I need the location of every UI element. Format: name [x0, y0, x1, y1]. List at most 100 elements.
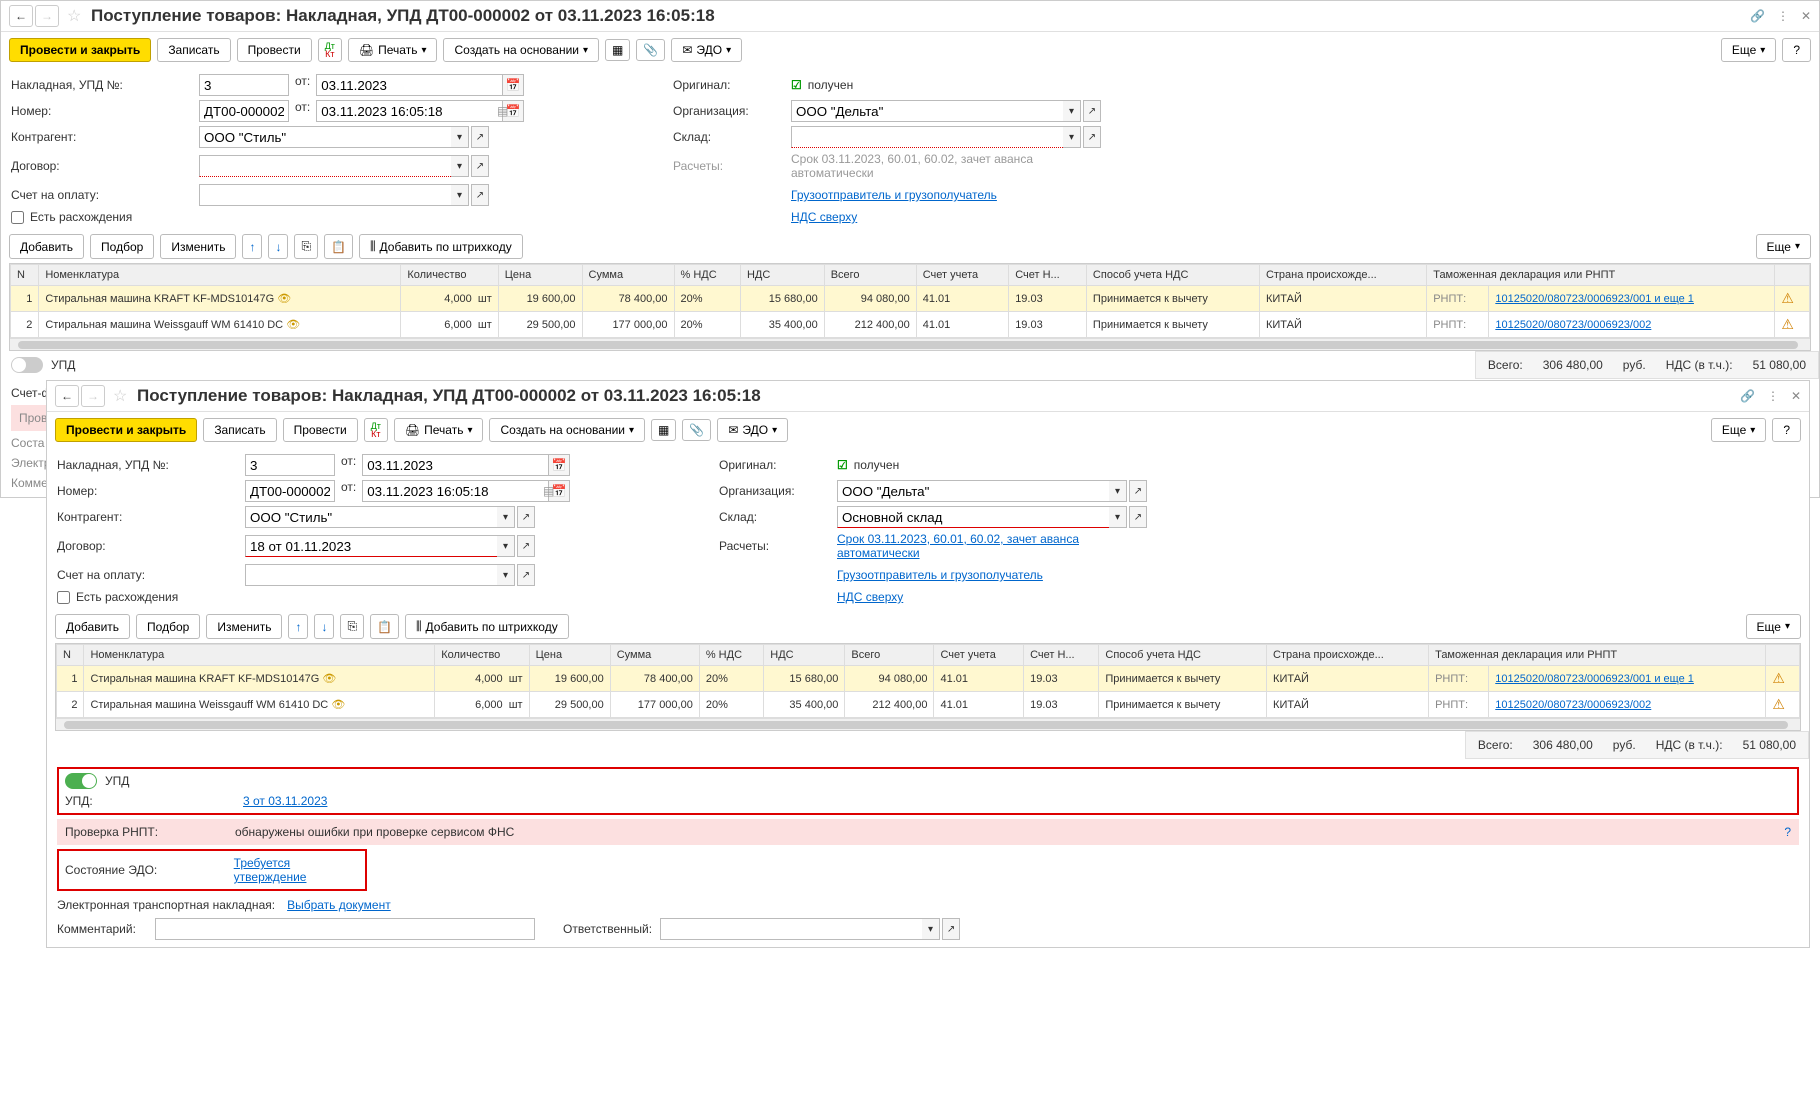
dt-kt-button[interactable]: ДтКт — [318, 38, 342, 62]
horizontal-scroll[interactable] — [56, 718, 1800, 730]
discrepancy-checkbox[interactable] — [57, 591, 70, 604]
warehouse-input[interactable] — [837, 506, 1109, 528]
add-button[interactable]: Добавить — [55, 614, 130, 639]
table-row[interactable]: 2Стиральная машина Weissgauff WM 61410 D… — [11, 312, 1810, 338]
copy-button[interactable]: ⎘ — [294, 234, 318, 259]
invoice-date-input[interactable] — [362, 454, 548, 476]
post-close-button[interactable]: Провести и закрыть — [9, 38, 151, 62]
post-button[interactable]: Провести — [283, 418, 358, 442]
pick-button[interactable]: Подбор — [90, 234, 154, 259]
open-icon[interactable]: ↗ — [471, 155, 489, 177]
payment-input[interactable] — [199, 184, 451, 206]
contract-input[interactable] — [245, 535, 497, 557]
number-input[interactable] — [245, 480, 335, 502]
edo-button[interactable]: ✉ ЭДО — [671, 38, 742, 62]
lock-icon[interactable]: ▤ — [543, 484, 554, 498]
open-icon[interactable]: ↗ — [471, 184, 489, 206]
post-button[interactable]: Провести — [237, 38, 312, 62]
edo-button[interactable]: ✉ ЭДО — [717, 418, 788, 442]
copy-button[interactable]: ⎘ — [340, 614, 364, 639]
responsible-input[interactable] — [660, 918, 922, 940]
upd-toggle[interactable] — [11, 357, 43, 373]
payment-input[interactable] — [245, 564, 497, 586]
help-button[interactable]: ? — [1772, 418, 1801, 442]
move-up-button[interactable]: ↑ — [242, 234, 262, 259]
dropdown-icon[interactable]: ▾ — [1063, 100, 1081, 122]
discrepancy-checkbox[interactable] — [11, 211, 24, 224]
print-button[interactable]: 🖨 Печать — [394, 418, 484, 442]
nav-back-button[interactable]: ← — [55, 385, 79, 407]
number-date-input[interactable] — [362, 480, 548, 502]
move-down-button[interactable]: ↓ — [314, 614, 334, 639]
org-input[interactable] — [791, 100, 1063, 122]
edit-button[interactable]: Изменить — [206, 614, 282, 639]
open-icon[interactable]: ↗ — [471, 126, 489, 148]
contract-input[interactable] — [199, 155, 451, 177]
lock-icon[interactable]: ▤ — [497, 104, 508, 118]
nav-forward-button[interactable]: → — [35, 5, 59, 27]
menu-icon[interactable]: ⋮ — [1777, 9, 1789, 23]
link-icon[interactable]: 🔗 — [1750, 9, 1765, 23]
received-checkbox[interactable]: ☑ — [837, 458, 848, 472]
create-based-button[interactable]: Создать на основании — [443, 38, 599, 62]
help-button[interactable]: ? — [1782, 38, 1811, 62]
comment-input[interactable] — [155, 918, 535, 940]
create-based-button[interactable]: Создать на основании — [489, 418, 645, 442]
menu-icon[interactable]: ⋮ — [1767, 389, 1779, 403]
vat-link[interactable]: НДС сверху — [837, 590, 903, 604]
more-button[interactable]: Еще — [1711, 418, 1766, 442]
paste-button[interactable]: 📋 — [324, 234, 353, 259]
attach-button[interactable]: 📎 — [682, 419, 711, 441]
invoice-no-input[interactable] — [199, 74, 289, 96]
dropdown-icon[interactable]: ▾ — [451, 126, 469, 148]
etn-link[interactable]: Выбрать документ — [287, 898, 391, 912]
more-button[interactable]: Еще — [1721, 38, 1776, 62]
structure-button[interactable]: ▦ — [605, 39, 630, 61]
table-more-button[interactable]: Еще — [1756, 234, 1811, 259]
move-down-button[interactable]: ↓ — [268, 234, 288, 259]
help-icon[interactable]: ? — [1784, 825, 1791, 839]
barcode-button[interactable]: ⫼ Добавить по штрихкоду — [405, 614, 569, 639]
edo-status-link[interactable]: Требуется утверждение — [234, 856, 359, 884]
table-row[interactable]: 2Стиральная машина Weissgauff WM 61410 D… — [57, 692, 1800, 718]
upd-toggle[interactable] — [65, 773, 97, 789]
favorite-icon[interactable]: ☆ — [113, 386, 131, 406]
dt-kt-button[interactable]: ДтКт — [364, 418, 388, 442]
org-input[interactable] — [837, 480, 1109, 502]
close-icon[interactable]: ✕ — [1791, 389, 1801, 403]
shipper-link[interactable]: Грузоотправитель и грузополучатель — [837, 568, 1043, 582]
number-input[interactable] — [199, 100, 289, 122]
counterparty-input[interactable] — [245, 506, 497, 528]
paste-button[interactable]: 📋 — [370, 614, 399, 639]
vat-link[interactable]: НДС сверху — [791, 210, 857, 224]
counterparty-input[interactable] — [199, 126, 451, 148]
structure-button[interactable]: ▦ — [651, 419, 676, 441]
print-button[interactable]: 🖨 Печать — [348, 38, 438, 62]
dropdown-icon[interactable]: ▾ — [1063, 126, 1081, 148]
table-more-button[interactable]: Еще — [1746, 614, 1801, 639]
calendar-icon[interactable]: 📅 — [502, 74, 524, 96]
calendar-icon[interactable]: 📅 — [548, 454, 570, 476]
warehouse-input[interactable] — [791, 126, 1063, 148]
barcode-button[interactable]: ⫼ Добавить по штрихкоду — [359, 234, 523, 259]
link-icon[interactable]: 🔗 — [1740, 389, 1755, 403]
write-button[interactable]: Записать — [203, 418, 276, 442]
number-date-input[interactable] — [316, 100, 502, 122]
dropdown-icon[interactable]: ▾ — [451, 184, 469, 206]
received-checkbox[interactable]: ☑ — [791, 78, 802, 92]
nav-back-button[interactable]: ← — [9, 5, 33, 27]
invoice-no-input[interactable] — [245, 454, 335, 476]
table-row[interactable]: 1Стиральная машина KRAFT KF-MDS10147G 👁 … — [11, 286, 1810, 312]
settlements-link[interactable]: Срок 03.11.2023, 60.01, 60.02, зачет ава… — [837, 532, 1079, 560]
upd-link[interactable]: 3 от 03.11.2023 — [243, 794, 327, 808]
write-button[interactable]: Записать — [157, 38, 230, 62]
edit-button[interactable]: Изменить — [160, 234, 236, 259]
attach-button[interactable]: 📎 — [636, 39, 665, 61]
favorite-icon[interactable]: ☆ — [67, 6, 85, 26]
shipper-link[interactable]: Грузоотправитель и грузополучатель — [791, 188, 997, 202]
nav-forward-button[interactable]: → — [81, 385, 105, 407]
pick-button[interactable]: Подбор — [136, 614, 200, 639]
move-up-button[interactable]: ↑ — [288, 614, 308, 639]
horizontal-scroll[interactable] — [10, 338, 1810, 350]
open-icon[interactable]: ↗ — [1083, 100, 1101, 122]
